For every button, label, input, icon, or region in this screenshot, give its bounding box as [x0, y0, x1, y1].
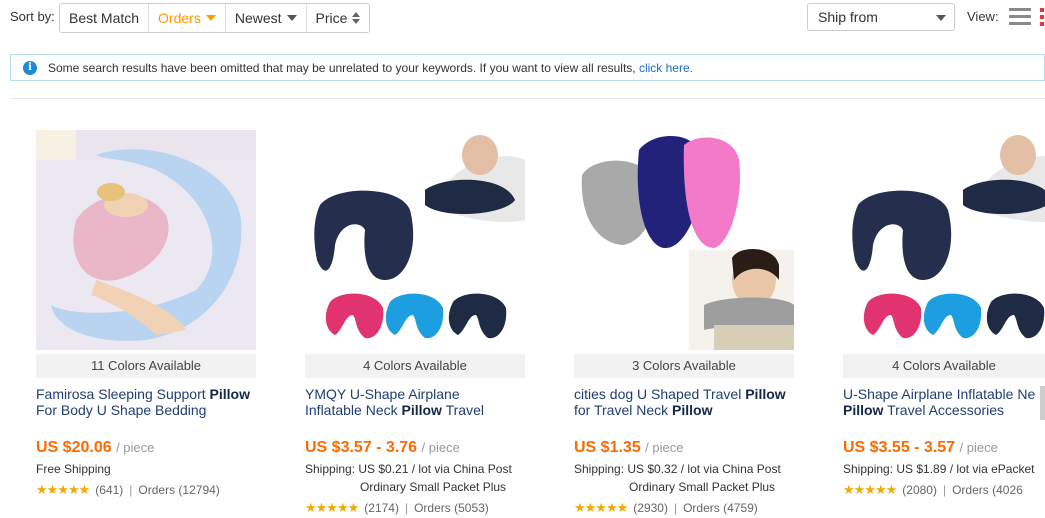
- sort-orders-label: Orders: [158, 10, 201, 26]
- product-card: 11 Colors Available Famirosa Sleeping Su…: [36, 130, 256, 498]
- product-card: 3 Colors Available cities dog U Shaped T…: [574, 130, 794, 516]
- click-here-link[interactable]: click here.: [639, 61, 693, 75]
- sort-label: Sort by:: [10, 9, 55, 24]
- product-image-inflatable-pillow[interactable]: [843, 130, 1045, 350]
- title-keyword: Pillow: [401, 402, 442, 418]
- ship-from-select[interactable]: Ship from: [807, 3, 955, 31]
- price-unit: / piece: [421, 440, 460, 455]
- separator: |: [673, 501, 678, 515]
- rating-row: ★★★★★ (2080) | Orders (4026: [843, 482, 1045, 498]
- info-icon: i: [23, 61, 37, 75]
- orders-count: Orders (4026: [952, 483, 1023, 497]
- separator: |: [129, 483, 133, 497]
- sort-price-label: Price: [315, 10, 348, 26]
- chevron-down-icon: [205, 15, 216, 21]
- price-value: US $1.35: [574, 439, 641, 456]
- title-keyword: Pillow: [672, 402, 713, 418]
- price-value: US $3.55 - 3.57: [843, 439, 956, 456]
- colors-available: 4 Colors Available: [305, 354, 525, 378]
- title-text: for Travel Neck: [574, 402, 673, 418]
- product-price: US $3.57 - 3.76 / piece: [305, 439, 525, 457]
- title-text: Inflatable Neck: [305, 402, 402, 418]
- shipping-info: Shipping: US $0.21 / lot via China Post …: [305, 460, 525, 496]
- rating-row: ★★★★★ (2174) | Orders (5053): [305, 500, 525, 516]
- product-price: US $1.35 / piece: [574, 439, 794, 457]
- notice-message: Some search results have been omitted th…: [48, 61, 636, 75]
- rating-row: ★★★★★ (2930) | Orders (4759): [574, 500, 794, 516]
- separator: |: [404, 501, 409, 515]
- sort-updown-icon: [352, 12, 361, 24]
- sort-price[interactable]: Price: [307, 4, 370, 32]
- product-card: 4 Colors Available YMQY U-Shape Airplane…: [305, 130, 525, 516]
- shipping-line: Shipping: US $1.89 / lot via ePacket: [843, 462, 1035, 476]
- product-price: US $3.55 - 3.57 / piece: [843, 439, 1045, 457]
- orders-count: Orders (4759): [683, 501, 758, 515]
- sort-newest[interactable]: Newest: [226, 4, 307, 32]
- sort-options: Best Match Orders Newest Price: [59, 3, 371, 33]
- title-text: YMQY U-Shape Airplane: [305, 386, 460, 402]
- shipping-info: Free Shipping: [36, 460, 256, 478]
- title-keyword: Pillow: [745, 386, 786, 402]
- title-text: For Body U Shape Bedding: [36, 402, 207, 418]
- shipping-line: Free Shipping: [36, 462, 111, 476]
- title-text: cities dog U Shaped Travel: [574, 386, 746, 402]
- sort-best-match-label: Best Match: [69, 10, 140, 26]
- view-label: View:: [967, 9, 999, 24]
- shipping-info: Shipping: US $0.32 / lot via China Post …: [574, 460, 794, 496]
- product-image-body-pillow[interactable]: [36, 130, 256, 350]
- title-text: Famirosa Sleeping Support: [36, 386, 210, 402]
- price-value: US $3.57 - 3.76: [305, 439, 418, 456]
- shipping-line: Shipping: US $0.32 / lot via China Post: [574, 462, 781, 476]
- product-title[interactable]: U-Shape Airplane Inflatable Ne Pillow Tr…: [843, 386, 1045, 420]
- star-rating-icon: ★★★★★: [305, 500, 359, 515]
- scrollbar-thumb[interactable]: [1040, 386, 1045, 420]
- shipping-line: Ordinary Small Packet Plus: [360, 480, 507, 494]
- ship-from-label: Ship from: [818, 9, 878, 25]
- title-text: Travel: [441, 402, 484, 418]
- rating-row: ★★★★★ (641) | Orders (12794): [36, 482, 256, 498]
- price-unit: / piece: [959, 440, 998, 455]
- sort-newest-label: Newest: [234, 10, 282, 26]
- colors-available: 4 Colors Available: [843, 354, 1045, 378]
- rating-count[interactable]: (2930): [633, 501, 668, 515]
- chevron-down-icon: [936, 15, 946, 21]
- sort-best-match[interactable]: Best Match: [60, 4, 150, 32]
- star-rating-icon: ★★★★★: [843, 482, 897, 497]
- list-view-icon[interactable]: [1009, 8, 1031, 26]
- shipping-info: Shipping: US $1.89 / lot via ePacket: [843, 460, 1045, 478]
- star-rating-icon: ★★★★★: [574, 500, 628, 515]
- grid-view-icon[interactable]: [1040, 8, 1045, 26]
- product-price: US $20.06 / piece: [36, 439, 256, 457]
- orders-count: Orders (12794): [138, 483, 220, 497]
- rating-count[interactable]: (2080): [902, 483, 937, 497]
- title-text: U-Shape Airplane Inflatable Ne: [843, 386, 1036, 402]
- divider: [10, 98, 1045, 99]
- product-image-travel-pillow[interactable]: [574, 130, 794, 350]
- product-image-neck-pillow[interactable]: [305, 130, 525, 350]
- sort-orders[interactable]: Orders: [149, 4, 226, 32]
- search-notice: i Some search results have been omitted …: [10, 54, 1045, 81]
- product-title[interactable]: YMQY U-Shape Airplane Inflatable Neck Pi…: [305, 386, 525, 420]
- price-unit: / piece: [116, 440, 155, 455]
- title-keyword: Pillow: [209, 386, 250, 402]
- separator: |: [942, 483, 947, 497]
- notice-text: Some search results have been omitted th…: [48, 61, 693, 75]
- shipping-line: Ordinary Small Packet Plus: [629, 480, 776, 494]
- chevron-down-icon: [286, 15, 297, 21]
- colors-available: 11 Colors Available: [36, 354, 256, 378]
- colors-available: 3 Colors Available: [574, 354, 794, 378]
- star-rating-icon: ★★★★★: [36, 482, 90, 497]
- price-unit: / piece: [645, 440, 684, 455]
- title-text: Travel Accessories: [883, 402, 1005, 418]
- rating-count[interactable]: (641): [95, 483, 123, 497]
- shipping-line: Shipping: US $0.21 / lot via China Post: [305, 462, 512, 476]
- product-title[interactable]: Famirosa Sleeping Support Pillow For Bod…: [36, 386, 256, 420]
- product-card: 4 Colors Available U-Shape Airplane Infl…: [843, 130, 1045, 498]
- price-value: US $20.06: [36, 439, 112, 456]
- sort-bar: Sort by: Best Match Orders Newest Price …: [0, 0, 1045, 36]
- product-title[interactable]: cities dog U Shaped Travel Pillow for Tr…: [574, 386, 794, 420]
- rating-count[interactable]: (2174): [364, 501, 399, 515]
- orders-count: Orders (5053): [414, 501, 489, 515]
- title-keyword: Pillow: [843, 402, 884, 418]
